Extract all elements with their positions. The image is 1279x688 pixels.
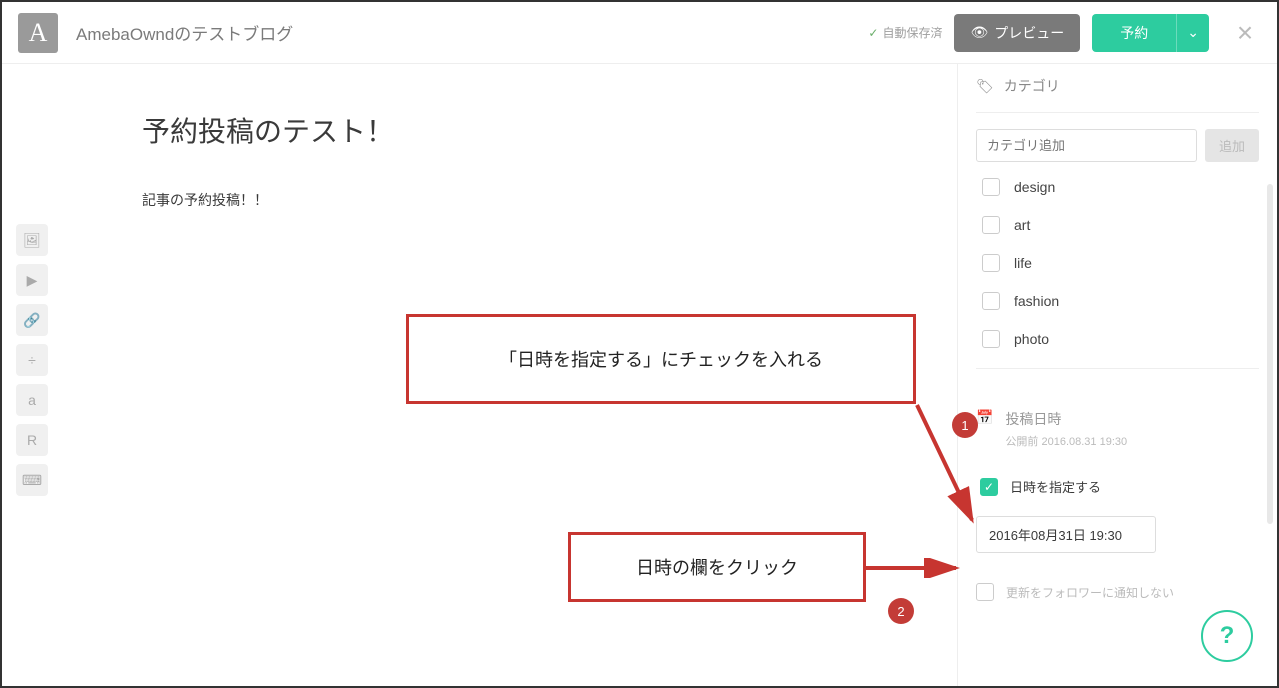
amazon-tool-button[interactable]: a — [16, 384, 48, 416]
html-icon: ⌨ — [22, 472, 42, 489]
category-label: fashion — [1014, 293, 1059, 309]
date-header-text: 投稿日時 公開前 2016.08.31 19:30 — [1005, 409, 1127, 449]
list-item[interactable]: life — [982, 254, 1259, 272]
header-actions: ✓ 自動保存済 👁 プレビュー 予約 ⌄ × — [868, 14, 1261, 52]
schedule-button[interactable]: 予約 — [1092, 14, 1176, 52]
divider — [976, 368, 1259, 369]
logo-icon: A — [18, 13, 58, 53]
list-item[interactable]: fashion — [982, 292, 1259, 310]
checkbox[interactable] — [982, 254, 1000, 272]
help-button[interactable]: ? — [1201, 610, 1253, 662]
list-item[interactable]: design — [982, 178, 1259, 196]
help-icon: ? — [1220, 622, 1235, 650]
checkbox[interactable] — [982, 292, 1000, 310]
scrollbar[interactable] — [1267, 184, 1273, 524]
arrow-2-icon — [864, 558, 964, 578]
post-body[interactable]: 記事の予約投稿！！ — [142, 190, 917, 210]
link-tool-button[interactable]: 🔗 — [16, 304, 48, 336]
category-title: カテゴリ — [1004, 76, 1060, 96]
rakuten-tool-button[interactable]: R — [16, 424, 48, 456]
category-add-button[interactable]: 追加 — [1205, 129, 1259, 162]
category-section: 🏷 カテゴリ 追加 design art life fashion photo — [976, 76, 1259, 348]
link-icon: 🔗 — [23, 312, 40, 329]
post-title[interactable]: 予約投稿のテスト！ — [142, 110, 917, 150]
image-icon: 🖼 — [23, 232, 41, 249]
video-icon: ▶ — [27, 272, 38, 289]
category-label: life — [1014, 255, 1032, 271]
date-toggle-checkbox[interactable]: ✓ — [980, 478, 998, 496]
blog-title: AmebaOwndのテストブログ — [76, 20, 293, 45]
preview-label: プレビュー — [994, 23, 1064, 43]
chevron-down-icon: ⌄ — [1187, 24, 1199, 41]
date-toggle-row[interactable]: ✓ 日時を指定する — [980, 477, 1259, 496]
checkbox[interactable] — [982, 216, 1000, 234]
eye-icon: 👁 — [970, 24, 988, 41]
list-item[interactable]: photo — [982, 330, 1259, 348]
checkbox[interactable] — [982, 330, 1000, 348]
content: 予約投稿のテスト！ 記事の予約投稿！！ — [142, 64, 917, 210]
image-tool-button[interactable]: 🖼 — [16, 224, 48, 256]
amazon-icon: a — [28, 392, 36, 408]
divider — [976, 112, 1259, 113]
editor-toolbar: 🖼 ▶ 🔗 ÷ a R ⌨ — [2, 64, 62, 686]
category-input[interactable] — [976, 129, 1197, 162]
rakuten-icon: R — [27, 432, 37, 448]
category-list: design art life fashion photo — [976, 178, 1259, 348]
tag-icon: 🏷 — [976, 78, 994, 95]
date-input[interactable]: 2016年08月31日 19:30 — [976, 516, 1156, 553]
check-icon: ✓ — [868, 26, 878, 40]
close-button[interactable]: × — [1229, 17, 1261, 49]
autosave-label: 自動保存済 — [882, 24, 942, 41]
category-label: photo — [1014, 331, 1049, 347]
category-label: design — [1014, 179, 1055, 195]
close-icon: × — [1237, 17, 1253, 49]
checkbox[interactable] — [982, 178, 1000, 196]
autosave-status: ✓ 自動保存済 — [868, 24, 942, 41]
preview-button[interactable]: 👁 プレビュー — [954, 14, 1080, 52]
date-header: 📅 投稿日時 公開前 2016.08.31 19:30 — [976, 409, 1259, 449]
notify-label: 更新をフォロワーに通知しない — [1006, 584, 1174, 601]
html-tool-button[interactable]: ⌨ — [16, 464, 48, 496]
header: A AmebaOwndのテストブログ ✓ 自動保存済 👁 プレビュー 予約 ⌄ … — [2, 2, 1277, 64]
notify-toggle-row[interactable]: 更新をフォロワーに通知しない — [976, 583, 1259, 601]
date-toggle-label: 日時を指定する — [1010, 477, 1101, 496]
date-subtitle: 公開前 2016.08.31 19:30 — [1005, 433, 1127, 449]
date-title: 投稿日時 — [1005, 409, 1127, 429]
schedule-button-group: 予約 ⌄ — [1092, 14, 1209, 52]
annotation-2: 日時の欄をクリック — [568, 532, 866, 602]
divider-tool-button[interactable]: ÷ — [16, 344, 48, 376]
annotation-1: 「日時を指定する」にチェックを入れる — [406, 314, 916, 404]
category-header: 🏷 カテゴリ — [976, 76, 1259, 96]
annotation-badge-1: 1 — [952, 412, 978, 438]
date-section: 📅 投稿日時 公開前 2016.08.31 19:30 ✓ 日時を指定する 20… — [976, 409, 1259, 601]
annotation-badge-2: 2 — [888, 598, 914, 624]
list-item[interactable]: art — [982, 216, 1259, 234]
schedule-dropdown-button[interactable]: ⌄ — [1176, 14, 1209, 52]
divider-icon: ÷ — [28, 352, 36, 368]
video-tool-button[interactable]: ▶ — [16, 264, 48, 296]
category-input-row: 追加 — [976, 129, 1259, 162]
notify-checkbox[interactable] — [976, 583, 994, 601]
category-label: art — [1014, 217, 1030, 233]
right-panel: 🏷 カテゴリ 追加 design art life fashion photo … — [957, 64, 1277, 686]
